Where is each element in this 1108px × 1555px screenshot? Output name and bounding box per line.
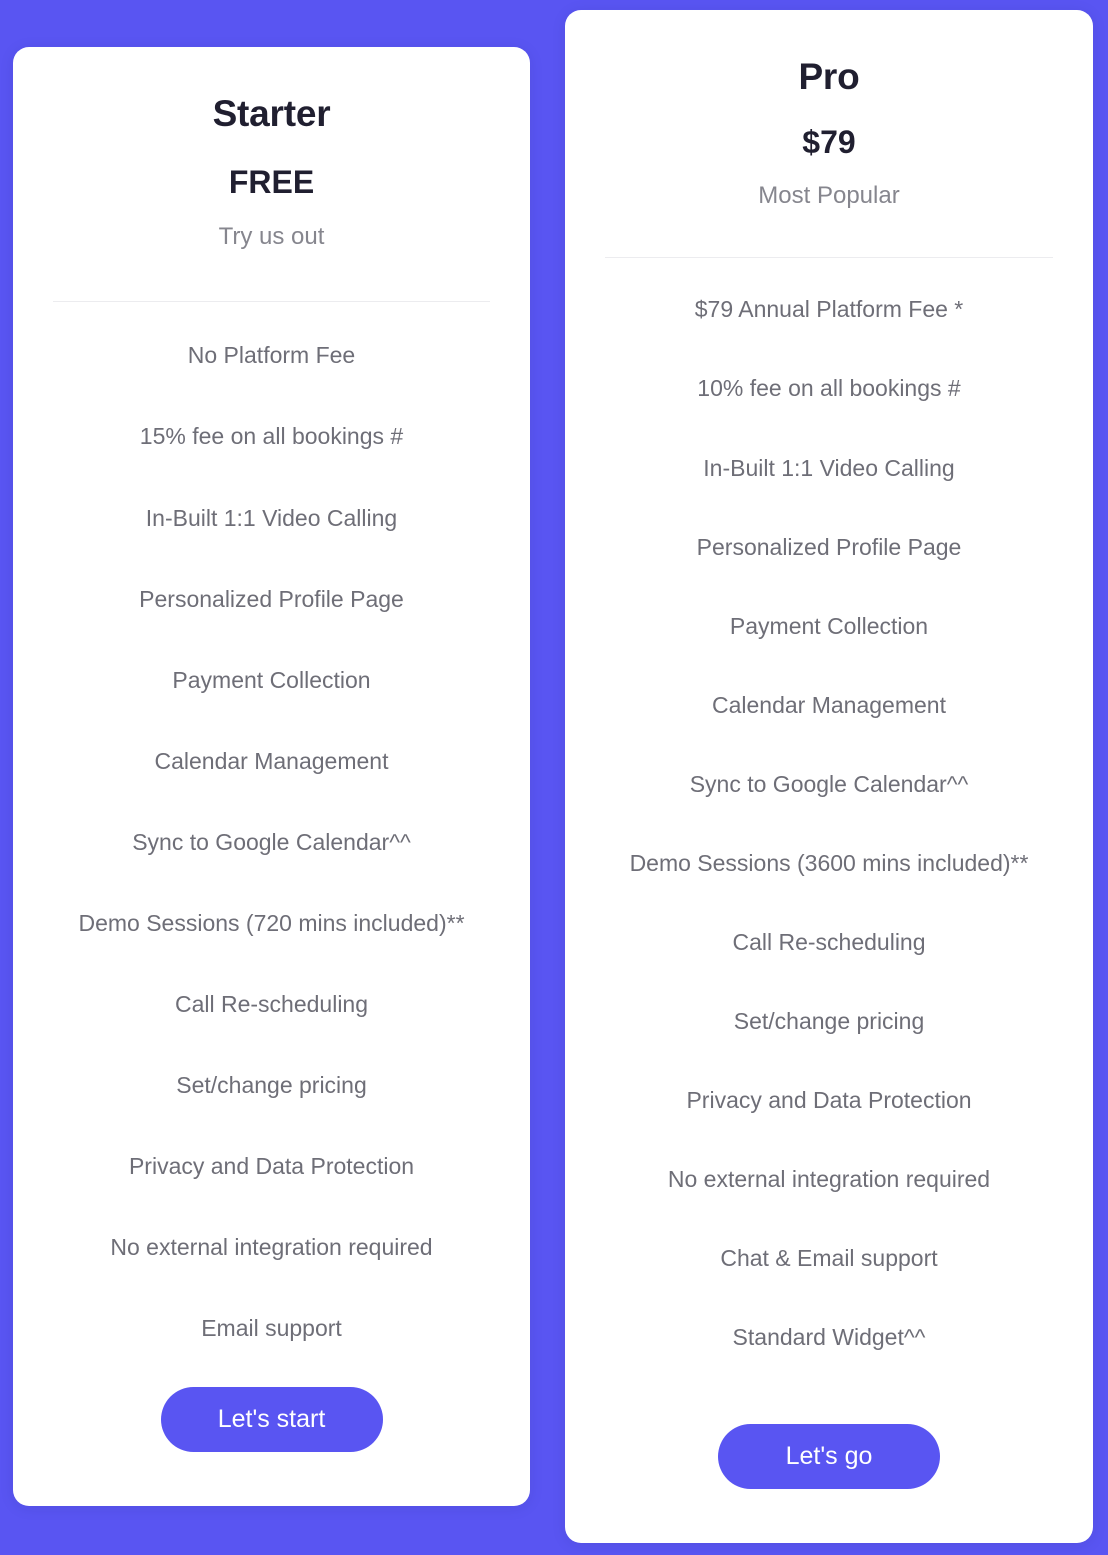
cta-wrap-pro: Let's go — [565, 1424, 1093, 1543]
pricing-plans-section: Starter FREE Try us out No Platform Fee … — [0, 0, 1108, 1555]
feature-item: Sync to Google Calendar^^ — [132, 828, 411, 855]
feature-item: No external integration required — [110, 1233, 433, 1260]
feature-item: 15% fee on all bookings # — [139, 423, 404, 450]
feature-item: Call Re-scheduling — [732, 928, 926, 955]
feature-item: Email support — [201, 1315, 342, 1341]
lets-go-button[interactable]: Let's go — [718, 1424, 940, 1489]
feature-item: In-Built 1:1 Video Calling — [703, 454, 955, 481]
feature-item: Payment Collection — [172, 666, 371, 693]
plan-tagline-starter: Try us out — [218, 223, 325, 251]
feature-list-starter: No Platform Fee 15% fee on all bookings … — [13, 302, 530, 1387]
feature-item: 10% fee on all bookings # — [697, 375, 961, 402]
feature-item: Privacy and Data Protection — [686, 1086, 972, 1113]
plan-name-pro: Pro — [798, 56, 860, 97]
plan-tagline-pro: Most Popular — [758, 182, 900, 210]
plan-card-pro[interactable]: Pro $79 Most Popular $79 Annual Platform… — [565, 10, 1093, 1543]
plan-header-pro: Pro $79 Most Popular — [565, 10, 1093, 211]
feature-item: Payment Collection — [729, 612, 929, 639]
feature-list-pro: $79 Annual Platform Fee * 10% fee on all… — [565, 258, 1093, 1424]
plan-price-starter: FREE — [228, 164, 315, 201]
plan-header-starter: Starter FREE Try us out — [13, 47, 530, 252]
feature-item: No Platform Fee — [187, 342, 356, 369]
feature-item: $79 Annual Platform Fee * — [694, 296, 964, 323]
feature-item: No external integration required — [667, 1165, 991, 1192]
feature-item: Personalized Profile Page — [139, 585, 404, 612]
feature-item: Call Re-scheduling — [174, 990, 369, 1017]
feature-item: Calendar Management — [154, 747, 389, 774]
cta-wrap-starter: Let's start — [13, 1387, 530, 1506]
feature-item: Demo Sessions (3600 mins included)** — [629, 849, 1029, 876]
feature-item: Demo Sessions (720 mins included)** — [78, 909, 465, 936]
plan-price-pro: $79 — [802, 124, 856, 161]
plan-name-starter: Starter — [212, 93, 331, 134]
feature-item: Calendar Management — [712, 691, 946, 718]
feature-item: Personalized Profile Page — [696, 533, 962, 560]
lets-start-button[interactable]: Let's start — [160, 1387, 383, 1452]
feature-item: Set/change pricing — [176, 1071, 367, 1098]
feature-item: Privacy and Data Protection — [128, 1152, 415, 1179]
feature-item: Set/change pricing — [733, 1007, 925, 1034]
plan-card-starter[interactable]: Starter FREE Try us out No Platform Fee … — [13, 47, 530, 1506]
feature-item: Chat & Email support — [720, 1245, 938, 1271]
feature-item: In-Built 1:1 Video Calling — [145, 504, 398, 531]
feature-item: Standard Widget^^ — [732, 1324, 926, 1351]
feature-item: Sync to Google Calendar^^ — [689, 770, 969, 797]
